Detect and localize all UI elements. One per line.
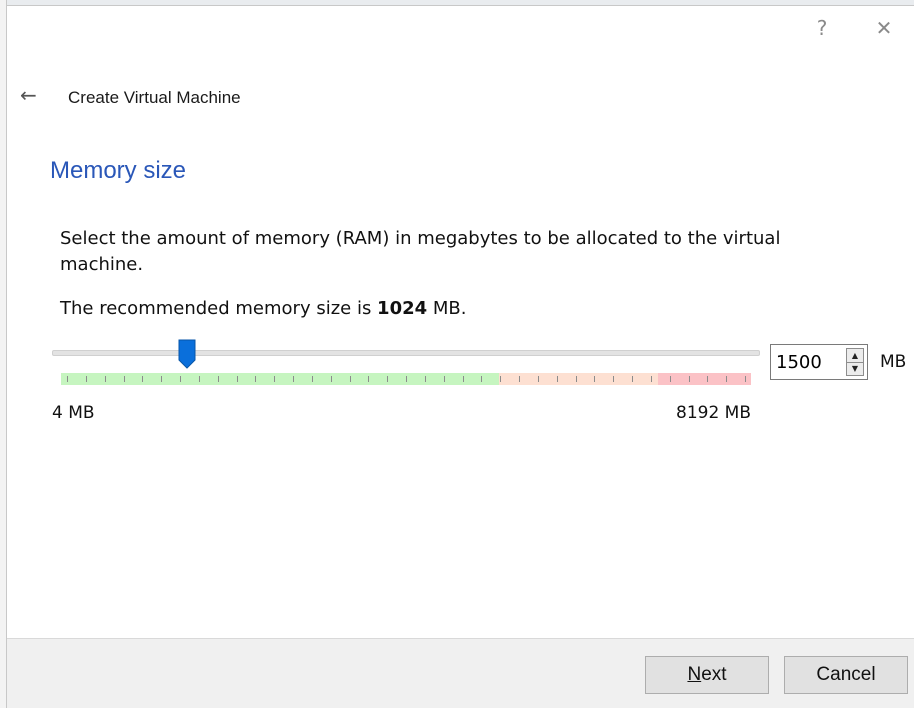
slider-tick xyxy=(199,376,200,382)
next-mnemonic: N xyxy=(687,664,702,685)
slider-tick xyxy=(613,376,614,382)
slider-tick xyxy=(444,376,445,382)
slider-tick xyxy=(557,376,558,382)
slider-tick xyxy=(368,376,369,382)
slider-tick xyxy=(651,376,652,382)
help-button[interactable]: ? xyxy=(810,16,834,40)
slider-tick xyxy=(670,376,671,382)
slider-tick xyxy=(425,376,426,382)
spin-down-icon[interactable]: ▼ xyxy=(847,361,863,376)
recommend-suffix: MB. xyxy=(427,298,467,319)
slider-tick xyxy=(312,376,313,382)
slider-tick xyxy=(726,376,727,382)
spin-up-icon[interactable]: ▲ xyxy=(847,349,863,362)
next-label-rest: ext xyxy=(701,664,727,685)
slider-tick xyxy=(745,376,746,382)
slider-tick xyxy=(481,376,482,382)
slider-tick xyxy=(142,376,143,382)
slider-tick xyxy=(293,376,294,382)
recommended-value: 1024 xyxy=(377,298,428,319)
slider-tick xyxy=(67,376,68,382)
slider-tick xyxy=(255,376,256,382)
slider-min-label: 4 MB xyxy=(52,403,95,423)
slider-tick xyxy=(689,376,690,382)
recommended-size-text: The recommended memory size is 1024 MB. xyxy=(60,298,466,319)
page-heading: Memory size xyxy=(50,157,187,184)
close-button[interactable]: ✕ xyxy=(872,16,896,40)
slider-tick xyxy=(218,376,219,382)
memory-size-spinbox[interactable]: ▲ ▼ xyxy=(770,344,868,380)
cancel-button[interactable]: Cancel xyxy=(784,656,908,694)
slider-tick xyxy=(86,376,87,382)
slider-tick xyxy=(500,376,501,382)
slider-tick xyxy=(331,376,332,382)
slider-tick xyxy=(707,376,708,382)
slider-tick xyxy=(632,376,633,382)
recommend-prefix: The recommended memory size is xyxy=(60,298,378,319)
slider-tick xyxy=(161,376,162,382)
slider-tick xyxy=(105,376,106,382)
slider-tick xyxy=(350,376,351,382)
wizard-title: Create Virtual Machine xyxy=(68,88,241,107)
slider-ticks xyxy=(61,373,751,385)
memory-size-input[interactable] xyxy=(771,345,845,379)
next-button[interactable]: Next xyxy=(645,656,769,694)
wizard-footer xyxy=(7,638,914,708)
wizard-window: ? ✕ ← Create Virtual Machine Memory size… xyxy=(0,0,914,708)
slider-tick xyxy=(237,376,238,382)
slider-tick xyxy=(519,376,520,382)
page-description: Select the amount of memory (RAM) in meg… xyxy=(60,228,781,275)
slider-tick xyxy=(538,376,539,382)
slider-tick xyxy=(463,376,464,382)
back-arrow-icon[interactable]: ← xyxy=(20,84,42,106)
window-top-edge xyxy=(0,0,914,6)
spin-buttons: ▲ ▼ xyxy=(846,348,864,376)
slider-tick xyxy=(274,376,275,382)
window-left-edge xyxy=(0,0,7,708)
slider-tick xyxy=(594,376,595,382)
memory-slider-track[interactable] xyxy=(52,350,760,356)
slider-max-label: 8192 MB xyxy=(676,403,751,423)
slider-tick xyxy=(124,376,125,382)
memory-unit-label: MB xyxy=(880,352,907,372)
slider-tick xyxy=(387,376,388,382)
slider-tick xyxy=(576,376,577,382)
slider-tick xyxy=(406,376,407,382)
title-bar-controls: ? ✕ xyxy=(810,16,896,40)
memory-slider-handle[interactable] xyxy=(178,339,196,369)
slider-tick xyxy=(180,376,181,382)
